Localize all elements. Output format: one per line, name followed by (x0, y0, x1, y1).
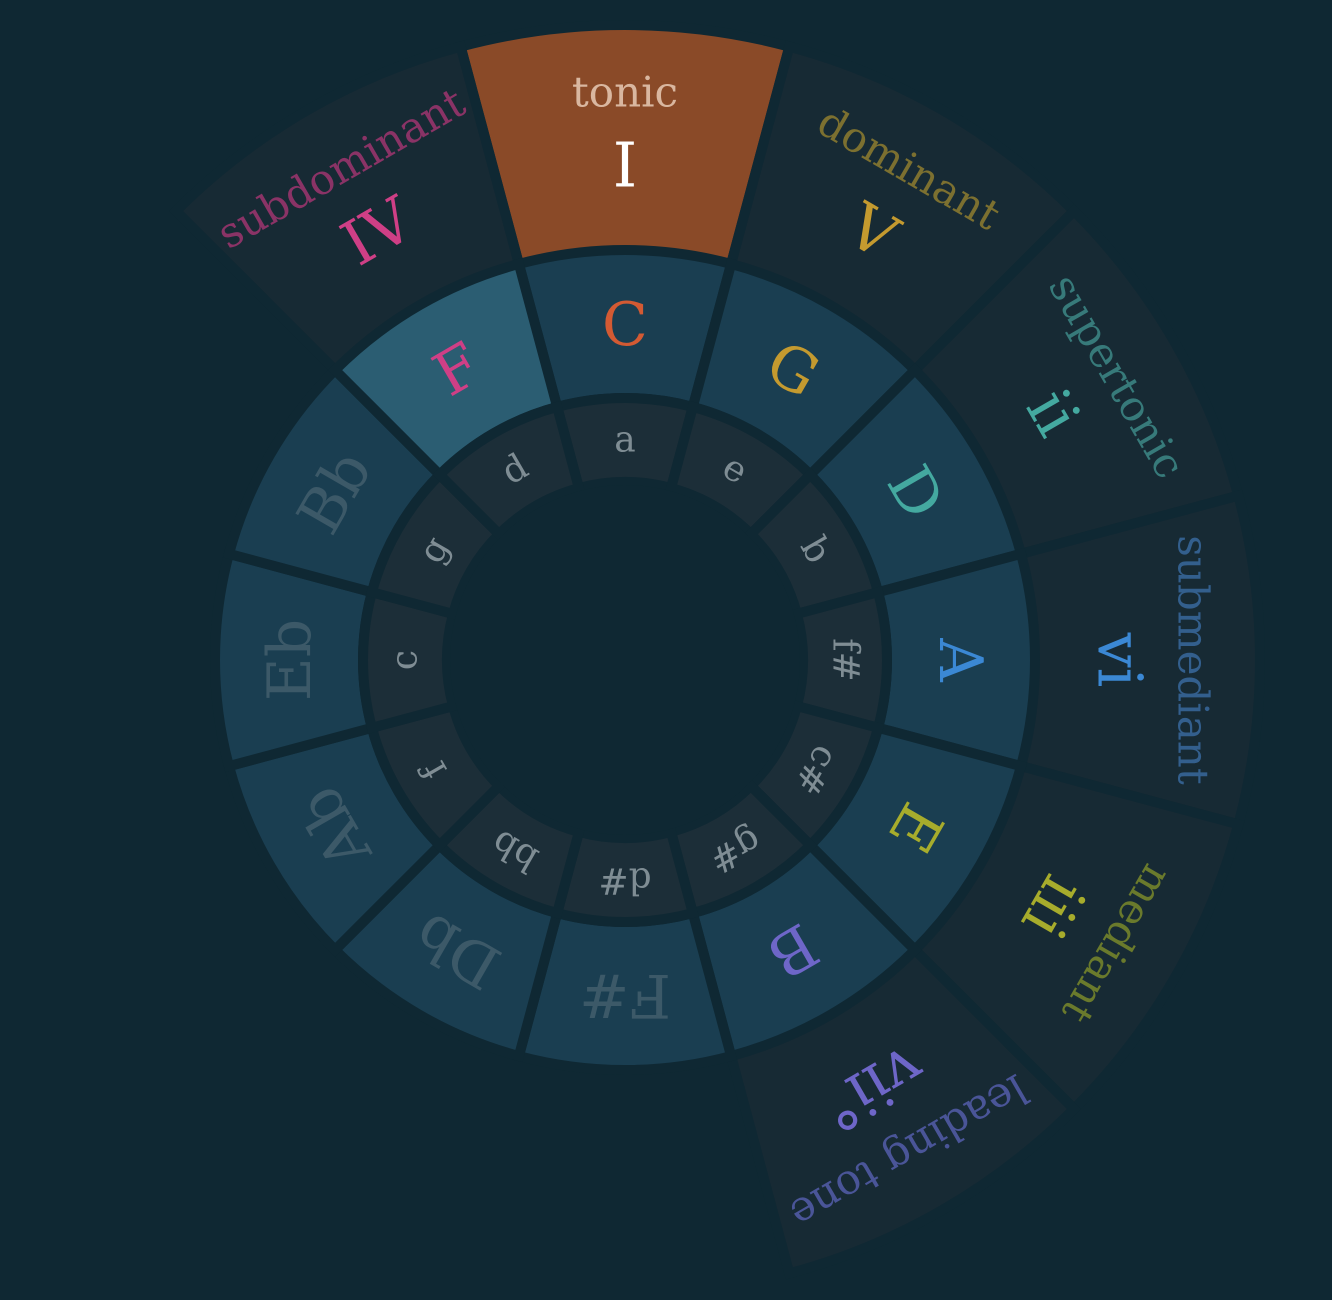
major-key-label: Eb (255, 619, 325, 701)
minor-key-label: f# (825, 638, 866, 682)
center-hole (450, 485, 800, 835)
major-key-label: A (925, 637, 995, 682)
degree-numeral: I (613, 129, 638, 202)
major-key-label: C (602, 290, 648, 360)
minor-key-label: d# (598, 860, 651, 901)
minor-key-label: c (385, 650, 426, 670)
major-key-label: F# (579, 960, 671, 1030)
degree-numeral: vi (1084, 632, 1157, 688)
minor-key-label: a (614, 420, 635, 461)
circle-of-fifths: ItonicVdominantiisupertonicvi submedianti… (0, 0, 1332, 1300)
degree-name: tonic (572, 68, 678, 117)
degree-name: submediant (1169, 535, 1218, 785)
